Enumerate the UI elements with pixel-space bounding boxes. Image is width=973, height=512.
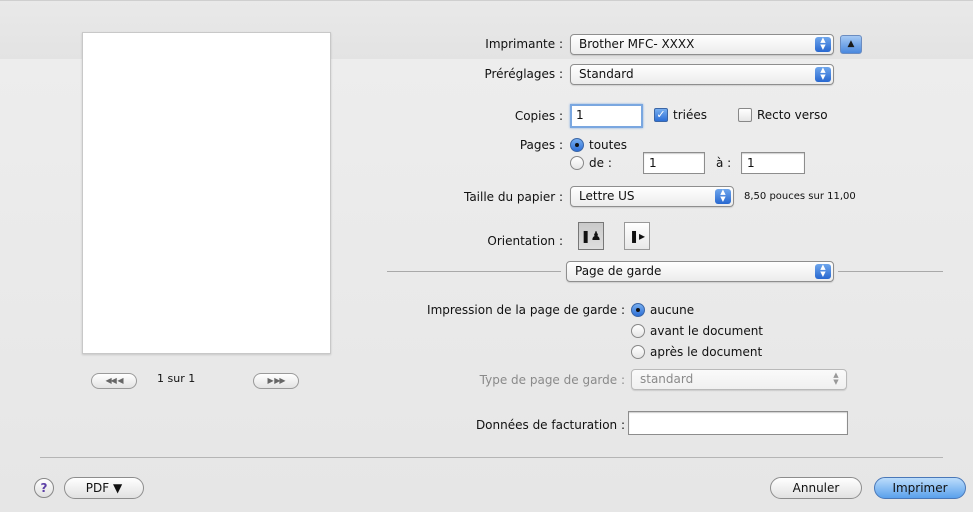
popup-arrows-icon: ▲ ▼ xyxy=(715,189,731,204)
presets-select[interactable]: Standard ▲ ▼ xyxy=(570,64,834,85)
popup-arrows-icon: ▲ ▼ xyxy=(815,67,831,82)
copies-input[interactable]: 1 xyxy=(570,104,643,128)
section-value: Page de garde xyxy=(575,264,662,278)
preview-page-indicator: 1 sur 1 xyxy=(157,372,196,385)
collated-label: triées xyxy=(673,108,707,122)
page-preview xyxy=(82,32,331,354)
pages-from-input[interactable]: 1 xyxy=(643,152,705,174)
duplex-checkbox[interactable] xyxy=(738,108,752,122)
section-divider-left xyxy=(387,271,561,272)
popup-arrows-icon: ▲ ▼ xyxy=(833,371,839,386)
copies-label: Copies : xyxy=(514,109,563,123)
presets-label: Préréglages : xyxy=(484,67,563,81)
paper-size-note: 8,50 pouces sur 11,00 xyxy=(744,191,856,202)
printer-label: Imprimante : xyxy=(485,37,563,51)
cover-option-after: après le document xyxy=(650,345,763,359)
cover-type-value: standard xyxy=(640,372,694,386)
triangle-up-icon: ▲ xyxy=(847,39,855,49)
portrait-icon: ❚♟ xyxy=(580,229,602,243)
preview-prev-button[interactable]: ◀◀ ◀ xyxy=(91,373,137,389)
pages-all-radio[interactable] xyxy=(570,138,584,152)
printer-value: Brother MFC- XXXX xyxy=(579,37,695,51)
pages-to-input[interactable]: 1 xyxy=(741,152,805,174)
orientation-label: Orientation : xyxy=(487,234,563,248)
cover-option-none: aucune xyxy=(650,303,695,317)
pdf-menu-button[interactable]: PDF ▼ xyxy=(64,477,144,499)
pages-all-label: toutes xyxy=(589,138,627,152)
paper-size-label: Taille du papier : xyxy=(463,190,563,204)
collated-checkbox[interactable]: ✓ xyxy=(654,108,668,122)
duplex-label: Recto verso xyxy=(757,108,828,122)
landscape-icon: ❚▸ xyxy=(628,229,646,243)
cover-type-label: Type de page de garde : xyxy=(479,373,625,387)
pages-label: Pages : xyxy=(519,138,563,152)
cover-type-select[interactable]: standard ▲ ▼ xyxy=(631,369,847,390)
preview-next-button[interactable]: ▶ ▶▶ xyxy=(253,373,299,389)
printer-select[interactable]: Brother MFC- XXXX ▲ ▼ xyxy=(570,34,834,55)
question-icon: ? xyxy=(40,481,48,495)
cover-none-radio[interactable] xyxy=(631,303,645,317)
orientation-landscape-button[interactable]: ❚▸ xyxy=(624,222,650,250)
footer-divider xyxy=(40,457,943,458)
section-divider-right xyxy=(838,271,943,272)
paper-size-value: Lettre US xyxy=(579,189,635,203)
cover-before-radio[interactable] xyxy=(631,324,645,338)
cancel-button[interactable]: Annuler xyxy=(770,477,862,499)
pages-range-radio[interactable] xyxy=(570,156,584,170)
pages-from-label: de : xyxy=(589,156,612,170)
cover-print-label: Impression de la page de garde : xyxy=(427,303,625,317)
cover-option-before: avant le document xyxy=(650,324,764,338)
billing-input[interactable] xyxy=(628,411,848,435)
print-dialog: ◀◀ ◀ 1 sur 1 ▶ ▶▶ Imprimante : Brother M… xyxy=(0,0,973,512)
orientation-portrait-button[interactable]: ❚♟ xyxy=(578,222,604,250)
pages-to-label: à : xyxy=(716,156,732,170)
presets-value: Standard xyxy=(579,67,634,81)
popup-arrows-icon: ▲ ▼ xyxy=(815,264,831,279)
popup-arrows-icon: ▲ ▼ xyxy=(815,37,831,52)
section-select[interactable]: Page de garde ▲ ▼ xyxy=(566,261,834,282)
paper-size-select[interactable]: Lettre US ▲ ▼ xyxy=(570,186,734,207)
collapse-details-button[interactable]: ▲ xyxy=(840,35,862,54)
help-button[interactable]: ? xyxy=(34,478,54,498)
billing-label: Données de facturation : xyxy=(475,418,625,432)
cover-after-radio[interactable] xyxy=(631,345,645,359)
print-button[interactable]: Imprimer xyxy=(874,477,966,499)
